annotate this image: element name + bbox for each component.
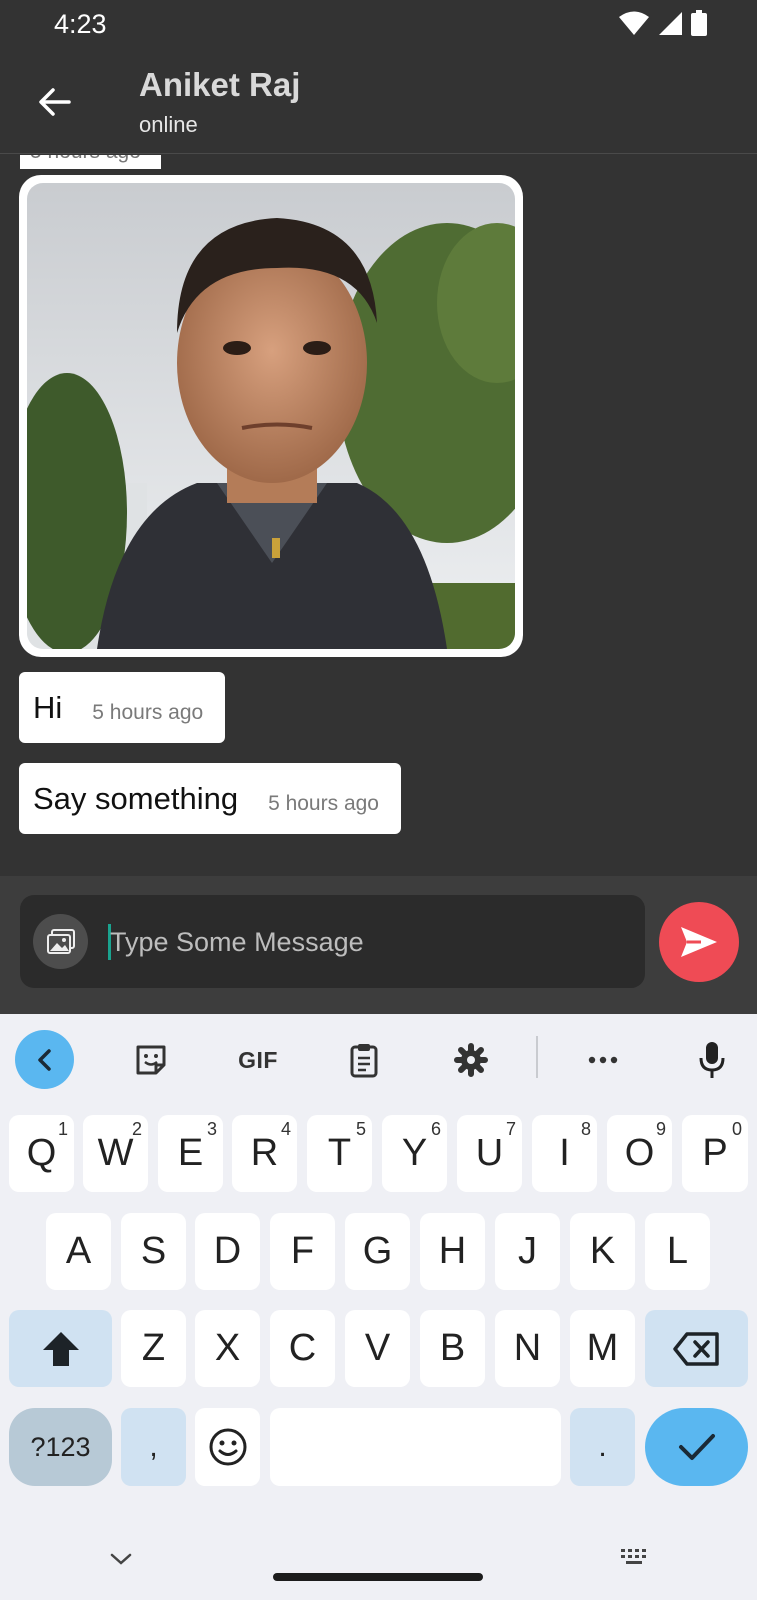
key-u[interactable]: U7 <box>457 1115 522 1192</box>
key-n[interactable]: N <box>495 1310 560 1387</box>
key-f[interactable]: F <box>270 1213 335 1290</box>
gif-button[interactable]: GIF <box>228 1030 288 1090</box>
key-x[interactable]: X <box>195 1310 260 1387</box>
more-horizontal-icon <box>588 1056 618 1064</box>
status-time: 4:23 <box>54 9 107 39</box>
app-bar: Aniket Raj online <box>0 50 757 154</box>
message-time: 5 hours ago <box>92 700 204 724</box>
arrow-back-icon <box>39 88 71 116</box>
key-r[interactable]: R4 <box>232 1115 297 1192</box>
enter-key[interactable] <box>645 1408 748 1486</box>
backspace-icon <box>672 1331 719 1366</box>
contact-status: online <box>139 112 198 137</box>
key-z[interactable]: Z <box>121 1310 186 1387</box>
key-w[interactable]: W2 <box>83 1115 148 1192</box>
key-y[interactable]: Y6 <box>382 1115 447 1192</box>
text-message[interactable]: Say something 5 hours ago <box>19 763 401 834</box>
keyboard-nav-row <box>0 1534 757 1600</box>
key-q[interactable]: Q1 <box>9 1115 74 1192</box>
toolbar-divider <box>536 1036 538 1078</box>
keyboard-toolbar: GIF <box>0 1014 757 1102</box>
hide-keyboard-icon[interactable] <box>109 1552 133 1566</box>
attach-image-button[interactable] <box>33 914 88 969</box>
composer <box>0 876 757 1014</box>
symbols-key[interactable]: ?123 <box>9 1408 112 1486</box>
shift-icon <box>42 1331 79 1366</box>
space-key[interactable] <box>270 1408 561 1486</box>
sticker-icon <box>136 1045 166 1075</box>
send-button[interactable] <box>659 902 739 982</box>
keyboard-switch-icon[interactable] <box>620 1548 652 1568</box>
key-b[interactable]: B <box>420 1310 485 1387</box>
emoji-icon <box>209 1428 246 1466</box>
more-button[interactable] <box>573 1030 633 1090</box>
key-k[interactable]: K <box>570 1213 635 1290</box>
text-message[interactable]: Hi 5 hours ago <box>19 672 226 743</box>
key-e[interactable]: E3 <box>158 1115 223 1192</box>
key-p[interactable]: P0 <box>682 1115 748 1192</box>
keyboard: GIF Q1 W2 E3 R4 T5 Y6 U7 I8 O9 P0 A S D … <box>0 1014 757 1600</box>
message-list[interactable]: 5 hours ago <box>0 155 757 875</box>
key-i[interactable]: I8 <box>532 1115 597 1192</box>
home-indicator[interactable] <box>273 1573 483 1581</box>
period-key[interactable]: . <box>570 1408 635 1486</box>
gif-label: GIF <box>238 1046 278 1073</box>
message-input[interactable] <box>110 917 610 967</box>
key-a[interactable]: A <box>46 1213 111 1290</box>
portrait-image <box>27 183 515 649</box>
key-m[interactable]: M <box>570 1310 635 1387</box>
message-time: 5 hours ago <box>268 791 379 815</box>
microphone-icon <box>699 1042 725 1078</box>
back-button[interactable] <box>28 76 80 128</box>
key-s[interactable]: S <box>121 1213 186 1290</box>
image-message[interactable] <box>19 175 523 657</box>
emoji-key[interactable] <box>195 1408 260 1486</box>
message-input-box[interactable] <box>20 895 645 988</box>
shared-photo[interactable] <box>27 183 515 649</box>
key-l[interactable]: L <box>645 1213 710 1290</box>
message-text: Say something <box>33 780 239 816</box>
status-bar: 4:23 <box>0 0 757 50</box>
key-c[interactable]: C <box>270 1310 335 1387</box>
key-h[interactable]: H <box>420 1213 485 1290</box>
backspace-key[interactable] <box>645 1310 748 1387</box>
key-d[interactable]: D <box>195 1213 260 1290</box>
contact-name[interactable]: Aniket Raj <box>139 66 300 104</box>
message-timestamp: 5 hours ago <box>20 155 161 169</box>
send-icon <box>681 927 717 957</box>
voice-input-button[interactable] <box>682 1030 742 1090</box>
key-v[interactable]: V <box>345 1310 410 1387</box>
comma-key[interactable]: , <box>121 1408 186 1486</box>
gear-icon <box>454 1043 488 1077</box>
clipboard-button[interactable] <box>334 1030 394 1090</box>
check-icon <box>678 1434 715 1460</box>
collapse-toolbar-button[interactable] <box>15 1030 74 1089</box>
chevron-left-icon <box>37 1048 51 1071</box>
key-t[interactable]: T5 <box>307 1115 372 1192</box>
key-j[interactable]: J <box>495 1213 560 1290</box>
key-o[interactable]: O9 <box>607 1115 672 1192</box>
sticker-button[interactable] <box>121 1030 181 1090</box>
shift-key[interactable] <box>9 1310 112 1387</box>
chat-screen: 4:23 Aniket Raj online 5 hours ago <box>0 0 757 1600</box>
gallery-icon <box>46 928 75 954</box>
clipboard-icon <box>350 1044 378 1078</box>
wifi-icon <box>619 11 649 35</box>
settings-button[interactable] <box>441 1030 501 1090</box>
key-g[interactable]: G <box>345 1213 410 1290</box>
message-text: Hi <box>33 689 63 725</box>
status-icons <box>619 10 707 36</box>
signal-icon <box>659 12 682 35</box>
battery-icon <box>691 10 707 36</box>
